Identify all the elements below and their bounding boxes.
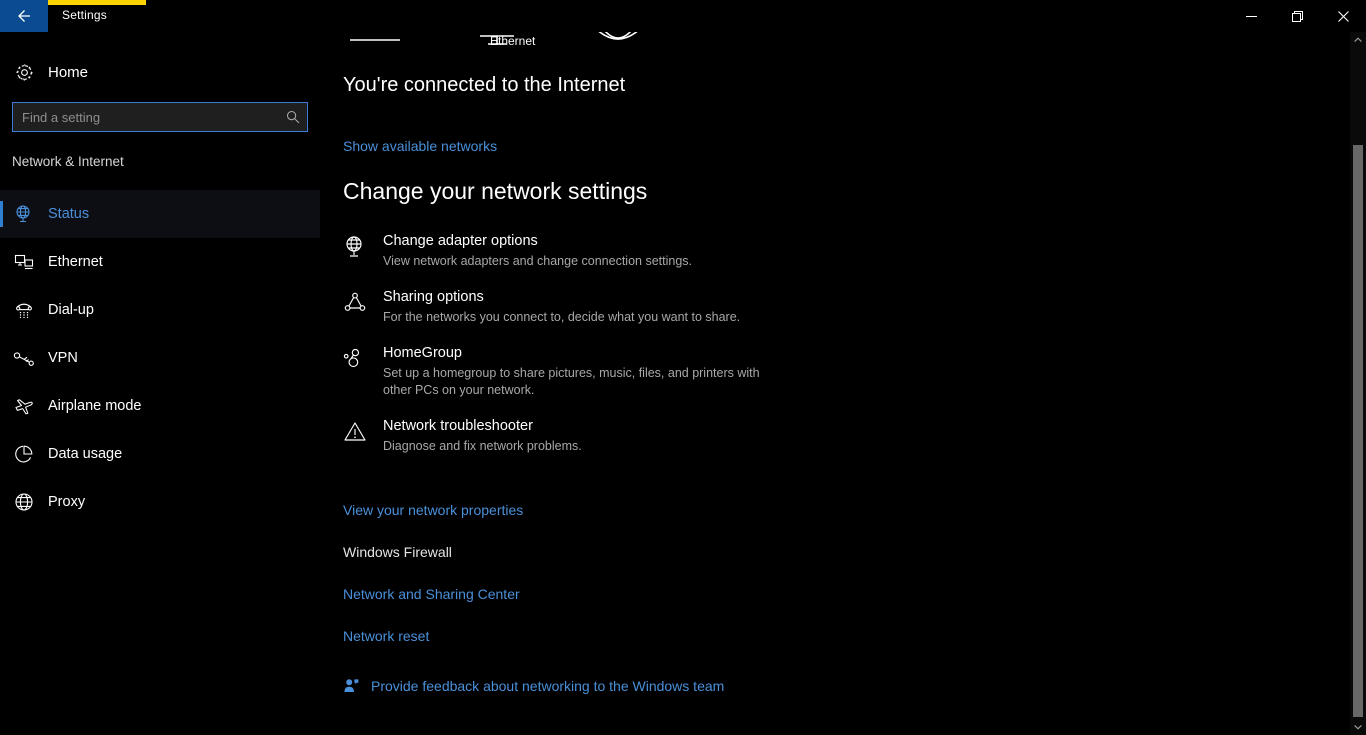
chevron-down-icon[interactable] [1350, 719, 1366, 735]
search-icon[interactable] [279, 103, 307, 131]
sidebar-item-data-usage[interactable]: Data usage [0, 430, 320, 478]
title-bar: Settings [0, 0, 1366, 32]
sidebar-item-airplane-mode[interactable]: Airplane mode [0, 382, 320, 430]
restore-icon [1291, 10, 1303, 22]
back-arrow-icon [18, 10, 30, 22]
link-network-reset[interactable]: Network reset [343, 628, 523, 644]
connection-status-heading: You're connected to the Internet [343, 74, 626, 96]
feedback-person-icon [343, 677, 371, 694]
back-button[interactable] [0, 0, 48, 32]
network-diagram-label: Ethernet [490, 34, 536, 48]
close-icon [1337, 10, 1349, 22]
homegroup-icon [343, 344, 383, 399]
vertical-scrollbar[interactable] [1350, 32, 1366, 735]
sidebar-category-title: Network & Internet [12, 154, 124, 169]
minimize-icon [1245, 15, 1257, 17]
network-connection-diagram: Ethernet [342, 32, 762, 64]
sidebar-item-label: Data usage [48, 446, 123, 462]
sidebar-item-label: Dial-up [48, 302, 94, 318]
sidebar-item-label: Proxy [48, 494, 86, 510]
section-heading: Change your network settings [343, 178, 648, 204]
window-controls [1228, 0, 1366, 32]
link-view-network-properties[interactable]: View your network properties [343, 502, 523, 518]
chevron-up-icon[interactable] [1350, 32, 1366, 48]
minimize-button[interactable] [1228, 0, 1274, 32]
restore-button[interactable] [1274, 0, 1320, 32]
setting-network-troubleshooter[interactable]: Network troubleshooter Diagnose and fix … [343, 417, 903, 455]
related-links: View your network properties Windows Fir… [343, 502, 523, 670]
pie-chart-icon [0, 444, 48, 464]
setting-title: Sharing options [383, 289, 484, 305]
main-content: Ethernet You're connected to the Interne… [320, 32, 1350, 735]
sidebar-nav-list: Status Ethernet Dial-up VPN Airplane mod… [0, 190, 320, 526]
sidebar-item-vpn[interactable]: VPN [0, 334, 320, 382]
setting-description: For the networks you connect to, decide … [383, 310, 741, 324]
sidebar: Home Network & Internet [0, 32, 320, 735]
sidebar-item-ethernet[interactable]: Ethernet [0, 238, 320, 286]
setting-description: Set up a homegroup to share pictures, mu… [383, 366, 760, 397]
sidebar-item-label: Airplane mode [48, 398, 142, 414]
close-button[interactable] [1320, 0, 1366, 32]
settings-list: Change adapter options View network adap… [343, 232, 903, 473]
search-input[interactable] [13, 103, 279, 131]
airplane-icon [0, 396, 48, 416]
network-adapter-icon [343, 232, 383, 270]
dialup-phone-icon [0, 300, 48, 320]
provide-feedback-label: Provide feedback about networking to the… [371, 677, 725, 694]
globe-icon [0, 492, 48, 512]
sidebar-item-proxy[interactable]: Proxy [0, 478, 320, 526]
sidebar-item-home[interactable]: Home [0, 52, 320, 92]
link-windows-firewall[interactable]: Windows Firewall [343, 544, 523, 560]
app-title: Settings [62, 8, 107, 22]
sharing-icon [343, 288, 383, 326]
setting-description: Diagnose and fix network problems. [383, 439, 582, 453]
sidebar-item-label: Status [48, 206, 90, 222]
vpn-key-icon [0, 348, 48, 368]
scroll-thumb[interactable] [1353, 145, 1363, 717]
provide-feedback-link[interactable]: Provide feedback about networking to the… [343, 677, 724, 694]
ethernet-icon [0, 252, 48, 272]
setting-title: Network troubleshooter [383, 418, 533, 434]
search-box[interactable] [12, 102, 308, 132]
setting-title: Change adapter options [383, 233, 538, 249]
setting-homegroup[interactable]: HomeGroup Set up a homegroup to share pi… [343, 344, 903, 399]
link-network-sharing-center[interactable]: Network and Sharing Center [343, 586, 523, 602]
sidebar-item-status[interactable]: Status [0, 190, 320, 238]
setting-sharing-options[interactable]: Sharing options For the networks you con… [343, 288, 903, 326]
setting-description: View network adapters and change connect… [383, 254, 692, 268]
network-status-icon [0, 204, 48, 224]
sidebar-item-dial-up[interactable]: Dial-up [0, 286, 320, 334]
setting-title: HomeGroup [383, 345, 462, 361]
gear-icon [0, 63, 48, 82]
setting-change-adapter-options[interactable]: Change adapter options View network adap… [343, 232, 903, 270]
sidebar-item-label: VPN [48, 350, 78, 366]
warning-triangle-icon [343, 417, 383, 455]
show-available-networks-link[interactable]: Show available networks [343, 138, 497, 154]
sidebar-home-label: Home [48, 63, 89, 81]
sidebar-item-label: Ethernet [48, 254, 103, 270]
